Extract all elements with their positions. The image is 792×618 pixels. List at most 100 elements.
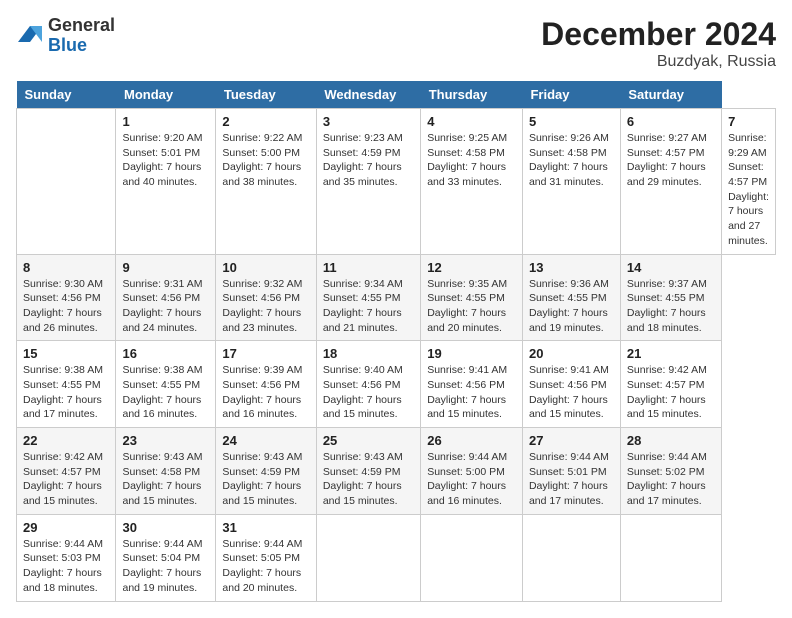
- calendar-cell: 29Sunrise: 9:44 AM Sunset: 5:03 PM Dayli…: [17, 514, 116, 601]
- calendar-cell: [522, 514, 620, 601]
- calendar-week-3: 15Sunrise: 9:38 AM Sunset: 4:55 PM Dayli…: [17, 341, 776, 428]
- calendar-cell: 26 Sunrise: 9:44 AM Sunset: 5:00 PM Dayli…: [421, 428, 523, 515]
- day-number: 13: [529, 260, 614, 275]
- day-info: Sunrise: 9:39 AM Sunset: 4:56 PM Dayligh…: [222, 363, 309, 422]
- day-info: Sunrise: 9:43 AM Sunset: 4:58 PM Dayligh…: [122, 450, 209, 509]
- column-header-sunday: Sunday: [17, 81, 116, 109]
- day-number: 10: [222, 260, 309, 275]
- calendar-week-2: 8 Sunrise: 9:30 AM Sunset: 4:56 PM Daylig…: [17, 254, 776, 341]
- day-number: 6: [627, 114, 715, 129]
- calendar-cell: 22 Sunrise: 9:42 AM Sunset: 4:57 PM Dayli…: [17, 428, 116, 515]
- day-number: 24: [222, 433, 309, 448]
- calendar-cell: 6Sunrise: 9:27 AM Sunset: 4:57 PM Daylig…: [620, 109, 721, 255]
- day-number: 26: [427, 433, 516, 448]
- calendar-week-4: 22 Sunrise: 9:42 AM Sunset: 4:57 PM Dayli…: [17, 428, 776, 515]
- day-info: Sunrise: 9:44 AM Sunset: 5:00 PM Dayligh…: [427, 450, 516, 509]
- day-number: 30: [122, 520, 209, 535]
- day-info: Sunrise: 9:36 AM Sunset: 4:55 PM Dayligh…: [529, 277, 614, 336]
- day-info: Sunrise: 9:44 AM Sunset: 5:04 PM Dayligh…: [122, 537, 209, 596]
- calendar-cell: [620, 514, 721, 601]
- day-info: Sunrise: 9:38 AM Sunset: 4:55 PM Dayligh…: [23, 363, 109, 422]
- day-info: Sunrise: 9:41 AM Sunset: 4:56 PM Dayligh…: [427, 363, 516, 422]
- day-info: Sunrise: 9:43 AM Sunset: 4:59 PM Dayligh…: [222, 450, 309, 509]
- column-header-saturday: Saturday: [620, 81, 721, 109]
- column-header-friday: Friday: [522, 81, 620, 109]
- column-header-monday: Monday: [116, 81, 216, 109]
- calendar-cell: 9Sunrise: 9:31 AM Sunset: 4:56 PM Daylig…: [116, 254, 216, 341]
- day-info: Sunrise: 9:42 AM Sunset: 4:57 PM Dayligh…: [23, 450, 109, 509]
- day-number: 19: [427, 346, 516, 361]
- calendar-cell: 23Sunrise: 9:43 AM Sunset: 4:58 PM Dayli…: [116, 428, 216, 515]
- day-info: Sunrise: 9:41 AM Sunset: 4:56 PM Dayligh…: [529, 363, 614, 422]
- day-number: 18: [323, 346, 414, 361]
- calendar-header-row: SundayMondayTuesdayWednesdayThursdayFrid…: [17, 81, 776, 109]
- calendar-cell: 20 Sunrise: 9:41 AM Sunset: 4:56 PM Dayli…: [522, 341, 620, 428]
- calendar-cell: 30 Sunrise: 9:44 AM Sunset: 5:04 PM Dayli…: [116, 514, 216, 601]
- day-info: Sunrise: 9:40 AM Sunset: 4:56 PM Dayligh…: [323, 363, 414, 422]
- month-title: December 2024: [541, 16, 776, 53]
- day-info: Sunrise: 9:30 AM Sunset: 4:56 PM Dayligh…: [23, 277, 109, 336]
- calendar-cell: [421, 514, 523, 601]
- calendar-cell: 14 Sunrise: 9:37 AM Sunset: 4:55 PM Dayli…: [620, 254, 721, 341]
- day-number: 16: [122, 346, 209, 361]
- calendar-cell: 7 Sunrise: 9:29 AM Sunset: 4:57 PM Daylig…: [722, 109, 776, 255]
- calendar-cell: [17, 109, 116, 255]
- logo: General Blue: [16, 16, 115, 56]
- column-header-tuesday: Tuesday: [216, 81, 316, 109]
- day-info: Sunrise: 9:34 AM Sunset: 4:55 PM Dayligh…: [323, 277, 414, 336]
- day-info: Sunrise: 9:32 AM Sunset: 4:56 PM Dayligh…: [222, 277, 309, 336]
- calendar-cell: 16 Sunrise: 9:38 AM Sunset: 4:55 PM Dayli…: [116, 341, 216, 428]
- calendar-cell: 28Sunrise: 9:44 AM Sunset: 5:02 PM Dayli…: [620, 428, 721, 515]
- calendar-table: SundayMondayTuesdayWednesdayThursdayFrid…: [16, 81, 776, 602]
- logo-blue-text: Blue: [48, 35, 87, 55]
- calendar-cell: 11 Sunrise: 9:34 AM Sunset: 4:55 PM Dayli…: [316, 254, 420, 341]
- day-number: 4: [427, 114, 516, 129]
- location: Buzdyak, Russia: [541, 53, 776, 71]
- day-info: Sunrise: 9:38 AM Sunset: 4:55 PM Dayligh…: [122, 363, 209, 422]
- day-number: 14: [627, 260, 715, 275]
- calendar-cell: 8 Sunrise: 9:30 AM Sunset: 4:56 PM Daylig…: [17, 254, 116, 341]
- day-number: 28: [627, 433, 715, 448]
- calendar-cell: 31 Sunrise: 9:44 AM Sunset: 5:05 PM Dayli…: [216, 514, 316, 601]
- day-info: Sunrise: 9:26 AM Sunset: 4:58 PM Dayligh…: [529, 131, 614, 190]
- day-number: 27: [529, 433, 614, 448]
- day-number: 7: [728, 114, 769, 129]
- calendar-cell: 21Sunrise: 9:42 AM Sunset: 4:57 PM Dayli…: [620, 341, 721, 428]
- calendar-cell: 5 Sunrise: 9:26 AM Sunset: 4:58 PM Daylig…: [522, 109, 620, 255]
- calendar-cell: 1Sunrise: 9:20 AM Sunset: 5:01 PM Daylig…: [116, 109, 216, 255]
- calendar-cell: 18 Sunrise: 9:40 AM Sunset: 4:56 PM Dayli…: [316, 341, 420, 428]
- logo-icon: [16, 22, 44, 50]
- day-number: 3: [323, 114, 414, 129]
- day-info: Sunrise: 9:43 AM Sunset: 4:59 PM Dayligh…: [323, 450, 414, 509]
- day-number: 20: [529, 346, 614, 361]
- calendar-cell: 10 Sunrise: 9:32 AM Sunset: 4:56 PM Dayli…: [216, 254, 316, 341]
- day-info: Sunrise: 9:35 AM Sunset: 4:55 PM Dayligh…: [427, 277, 516, 336]
- day-info: Sunrise: 9:44 AM Sunset: 5:05 PM Dayligh…: [222, 537, 309, 596]
- day-number: 11: [323, 260, 414, 275]
- calendar-week-1: 1Sunrise: 9:20 AM Sunset: 5:01 PM Daylig…: [17, 109, 776, 255]
- day-number: 8: [23, 260, 109, 275]
- column-header-wednesday: Wednesday: [316, 81, 420, 109]
- day-number: 31: [222, 520, 309, 535]
- calendar-cell: 3Sunrise: 9:23 AM Sunset: 4:59 PM Daylig…: [316, 109, 420, 255]
- page-header: General Blue December 2024 Buzdyak, Russ…: [16, 16, 776, 71]
- calendar-cell: [316, 514, 420, 601]
- day-info: Sunrise: 9:22 AM Sunset: 5:00 PM Dayligh…: [222, 131, 309, 190]
- day-info: Sunrise: 9:31 AM Sunset: 4:56 PM Dayligh…: [122, 277, 209, 336]
- day-info: Sunrise: 9:44 AM Sunset: 5:01 PM Dayligh…: [529, 450, 614, 509]
- day-info: Sunrise: 9:25 AM Sunset: 4:58 PM Dayligh…: [427, 131, 516, 190]
- day-number: 5: [529, 114, 614, 129]
- calendar-cell: 27 Sunrise: 9:44 AM Sunset: 5:01 PM Dayli…: [522, 428, 620, 515]
- day-number: 17: [222, 346, 309, 361]
- day-number: 21: [627, 346, 715, 361]
- day-number: 1: [122, 114, 209, 129]
- calendar-cell: 4 Sunrise: 9:25 AM Sunset: 4:58 PM Daylig…: [421, 109, 523, 255]
- calendar-cell: 17 Sunrise: 9:39 AM Sunset: 4:56 PM Dayli…: [216, 341, 316, 428]
- day-info: Sunrise: 9:37 AM Sunset: 4:55 PM Dayligh…: [627, 277, 715, 336]
- calendar-cell: 2Sunrise: 9:22 AM Sunset: 5:00 PM Daylig…: [216, 109, 316, 255]
- day-info: Sunrise: 9:29 AM Sunset: 4:57 PM Dayligh…: [728, 131, 769, 249]
- day-number: 22: [23, 433, 109, 448]
- title-block: December 2024 Buzdyak, Russia: [541, 16, 776, 71]
- calendar-cell: 24 Sunrise: 9:43 AM Sunset: 4:59 PM Dayli…: [216, 428, 316, 515]
- day-number: 12: [427, 260, 516, 275]
